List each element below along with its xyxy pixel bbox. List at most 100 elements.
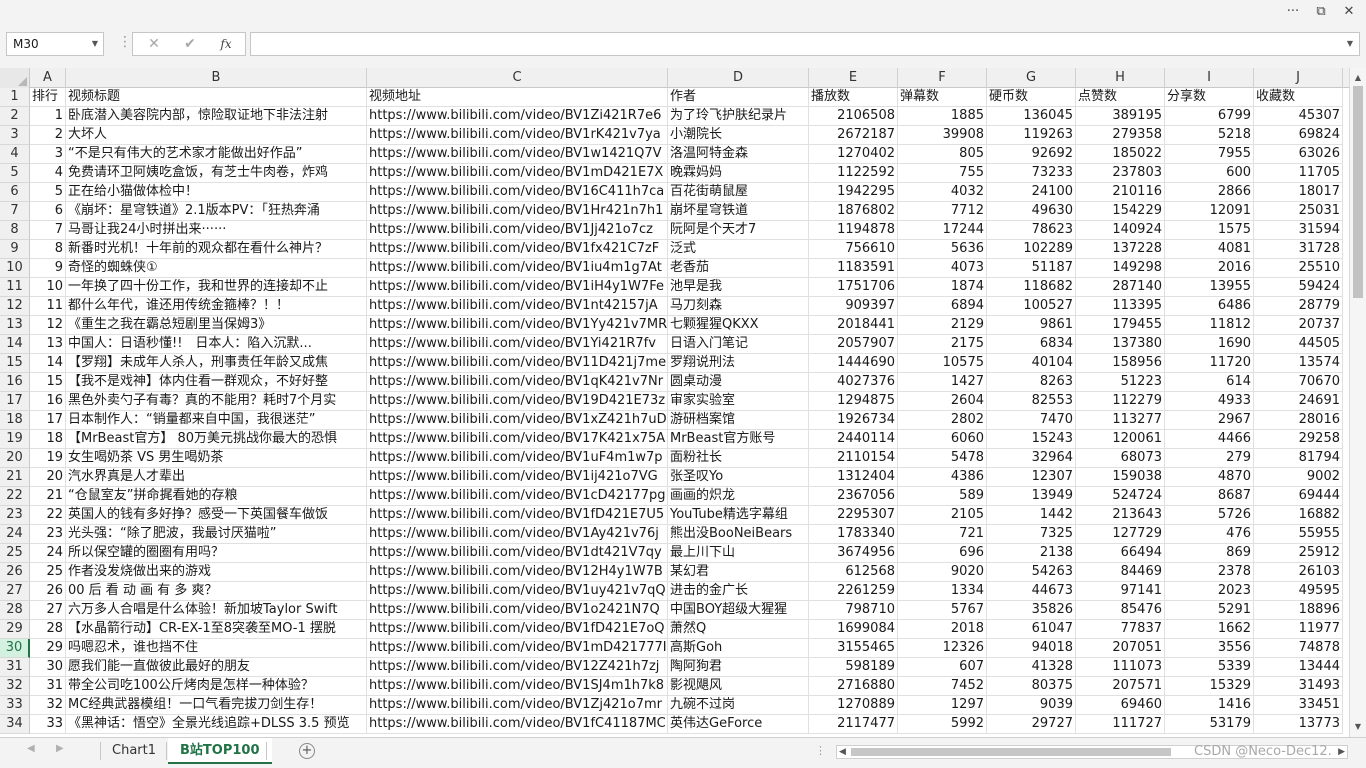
table-cell[interactable]: 【水晶箭行动】CR-EX-1至8突袭至MO-1 摆脱 — [66, 620, 367, 639]
table-cell[interactable]: 13574 — [1254, 354, 1343, 373]
table-cell[interactable]: 49595 — [1254, 582, 1343, 601]
table-cell[interactable]: 4933 — [1165, 392, 1254, 411]
row-header[interactable]: 27 — [0, 582, 30, 601]
table-cell[interactable]: 高斯Goh — [668, 639, 809, 658]
table-cell[interactable]: 13949 — [987, 487, 1076, 506]
table-cell[interactable]: 389195 — [1076, 107, 1165, 126]
table-cell[interactable]: 7 — [30, 221, 66, 240]
table-cell[interactable]: 1183591 — [809, 259, 898, 278]
table-cell[interactable]: 罗翔说刑法 — [668, 354, 809, 373]
table-cell[interactable]: 日语入门笔记 — [668, 335, 809, 354]
table-cell[interactable]: 吗嗯忍术，谁也挡不住 — [66, 639, 367, 658]
row-header[interactable]: 8 — [0, 221, 30, 240]
table-cell[interactable]: 2367056 — [809, 487, 898, 506]
table-cell[interactable]: 1297 — [898, 696, 987, 715]
table-cell[interactable]: 28016 — [1254, 411, 1343, 430]
table-cell[interactable]: 279 — [1165, 449, 1254, 468]
table-cell[interactable]: 汽水界真是人才辈出 — [66, 468, 367, 487]
table-cell[interactable]: 74878 — [1254, 639, 1343, 658]
table-cell[interactable]: 1444690 — [809, 354, 898, 373]
table-cell[interactable]: https://www.bilibili.com/video/BV1SJ4m1h… — [367, 677, 668, 696]
row-header[interactable]: 6 — [0, 183, 30, 202]
table-cell[interactable]: 5992 — [898, 715, 987, 734]
table-cell[interactable]: https://www.bilibili.com/video/BV1iH4y1W… — [367, 278, 668, 297]
table-cell[interactable]: 萧然Q — [668, 620, 809, 639]
table-cell[interactable]: 15329 — [1165, 677, 1254, 696]
table-cell[interactable]: 4870 — [1165, 468, 1254, 487]
row-header[interactable]: 34 — [0, 715, 30, 734]
table-cell[interactable]: 69460 — [1076, 696, 1165, 715]
table-cell[interactable]: 92692 — [987, 145, 1076, 164]
table-cell[interactable]: 1334 — [898, 582, 987, 601]
table-cell[interactable]: 1270402 — [809, 145, 898, 164]
table-cell[interactable]: https://www.bilibili.com/video/BV1Hr421n… — [367, 202, 668, 221]
table-cell[interactable]: 25031 — [1254, 202, 1343, 221]
table-cell[interactable]: 614 — [1165, 373, 1254, 392]
table-cell[interactable]: 63026 — [1254, 145, 1343, 164]
table-cell[interactable]: https://www.bilibili.com/video/BV12Z421h… — [367, 658, 668, 677]
table-cell[interactable]: 7452 — [898, 677, 987, 696]
table-cell[interactable]: 中国人：日语秒懂!! 日本人：陷入沉默... — [66, 335, 367, 354]
table-cell[interactable]: 熊出没BooNeiBears — [668, 525, 809, 544]
table-cell[interactable]: 2023 — [1165, 582, 1254, 601]
table-cell[interactable]: https://www.bilibili.com/video/BV1qK421v… — [367, 373, 668, 392]
table-cell[interactable]: 6 — [30, 202, 66, 221]
column-title-cell[interactable]: 视频地址 — [367, 88, 668, 107]
table-cell[interactable]: 日本制作人：“销量都来自中国，我很迷茫” — [66, 411, 367, 430]
table-cell[interactable]: 15243 — [987, 430, 1076, 449]
row-header[interactable]: 21 — [0, 468, 30, 487]
row-header[interactable]: 30 — [0, 639, 30, 658]
table-cell[interactable]: 1270889 — [809, 696, 898, 715]
table-cell[interactable]: 8263 — [987, 373, 1076, 392]
row-header[interactable]: 33 — [0, 696, 30, 715]
table-cell[interactable]: 589 — [898, 487, 987, 506]
table-cell[interactable]: 3674956 — [809, 544, 898, 563]
row-header[interactable]: 18 — [0, 411, 30, 430]
spreadsheet-grid[interactable]: A B C D E F G H I J 1 排行 视频标题 视频地址 作者 播放数 弹幕数硬… — [0, 68, 1349, 737]
table-cell[interactable]: 7470 — [987, 411, 1076, 430]
table-cell[interactable]: 2018 — [898, 620, 987, 639]
table-cell[interactable]: 10575 — [898, 354, 987, 373]
table-cell[interactable]: 带全公司吃100公斤烤肉是怎样一种体验？ — [66, 677, 367, 696]
table-cell[interactable]: 1699084 — [809, 620, 898, 639]
table-cell[interactable]: 85476 — [1076, 601, 1165, 620]
table-cell[interactable]: 16 — [30, 392, 66, 411]
table-cell[interactable]: 陶阿狗君 — [668, 658, 809, 677]
table-cell[interactable]: 审家实验室 — [668, 392, 809, 411]
table-cell[interactable]: 18896 — [1254, 601, 1343, 620]
table-cell[interactable]: 阮阿是个天才7 — [668, 221, 809, 240]
table-cell[interactable]: 29258 — [1254, 430, 1343, 449]
table-cell[interactable]: 1751706 — [809, 278, 898, 297]
table-cell[interactable]: 28779 — [1254, 297, 1343, 316]
table-cell[interactable]: 1312404 — [809, 468, 898, 487]
table-cell[interactable]: 120061 — [1076, 430, 1165, 449]
table-cell[interactable]: 41328 — [987, 658, 1076, 677]
column-title-cell[interactable]: 分享数 — [1165, 88, 1254, 107]
table-cell[interactable]: 213643 — [1076, 506, 1165, 525]
table-cell[interactable]: 《重生之我在霸总短剧里当保姆3》 — [66, 316, 367, 335]
table-cell[interactable]: 5218 — [1165, 126, 1254, 145]
table-cell[interactable]: 愿我们能一直做彼此最好的朋友 — [66, 658, 367, 677]
add-sheet-icon[interactable]: + — [299, 743, 315, 759]
table-cell[interactable]: 49630 — [987, 202, 1076, 221]
table-cell[interactable]: 2 — [30, 126, 66, 145]
table-cell[interactable]: 2016 — [1165, 259, 1254, 278]
table-cell[interactable]: 1294875 — [809, 392, 898, 411]
table-cell[interactable]: 20 — [30, 468, 66, 487]
table-cell[interactable]: 1427 — [898, 373, 987, 392]
tab-chart1[interactable]: Chart1 — [100, 738, 168, 764]
table-cell[interactable]: https://www.bilibili.com/video/BV1mD421E… — [367, 164, 668, 183]
column-header-c[interactable]: C — [367, 68, 668, 88]
row-header[interactable]: 16 — [0, 373, 30, 392]
table-cell[interactable]: 24691 — [1254, 392, 1343, 411]
table-cell[interactable]: “不是只有伟大的艺术家才能做出好作品” — [66, 145, 367, 164]
expand-formula-icon[interactable]: ▼ — [1347, 39, 1353, 48]
table-cell[interactable]: 6894 — [898, 297, 987, 316]
split-handle-icon[interactable]: ⋮ — [815, 744, 826, 757]
table-cell[interactable]: 1942295 — [809, 183, 898, 202]
table-cell[interactable]: 612568 — [809, 563, 898, 582]
table-cell[interactable]: 4 — [30, 164, 66, 183]
table-cell[interactable]: 2295307 — [809, 506, 898, 525]
table-cell[interactable]: 3556 — [1165, 639, 1254, 658]
table-cell[interactable]: 正在给小猫做体检中！ — [66, 183, 367, 202]
